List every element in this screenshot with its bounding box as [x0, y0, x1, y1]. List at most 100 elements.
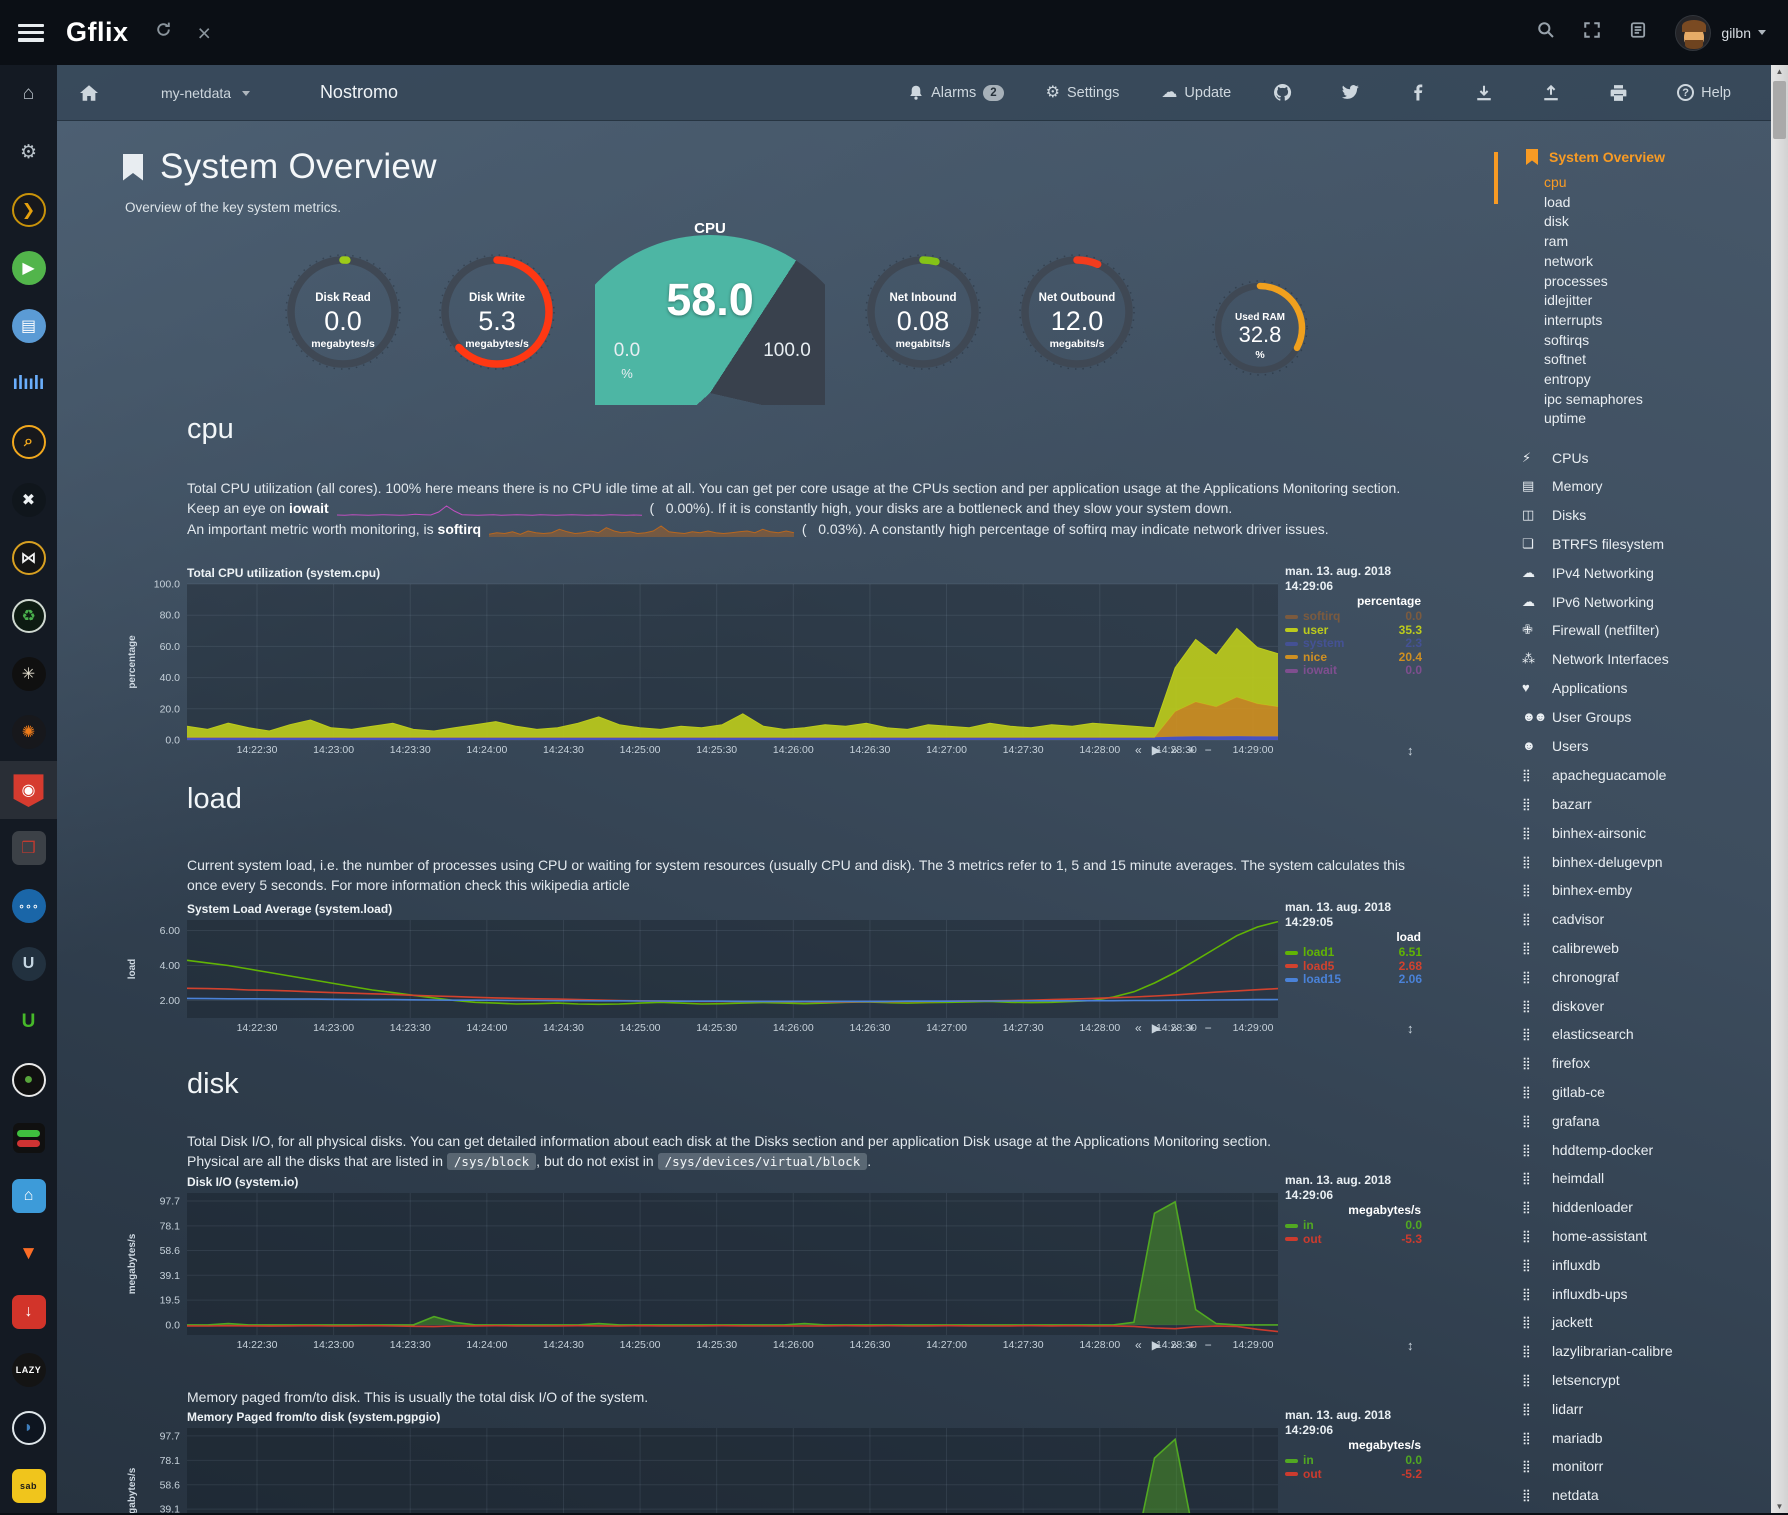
toc-item-cpu[interactable]: cpu — [1544, 173, 1770, 193]
sidebar-app-gitlab[interactable]: ▼ — [0, 1225, 57, 1283]
sidebar-app-cubes[interactable]: ❒ — [0, 819, 57, 877]
settings-button[interactable]: ⚙ Settings — [1046, 85, 1120, 101]
pan-forward-icon[interactable]: » — [1171, 1021, 1178, 1035]
sidebar-app-airsonic[interactable]: ılıılı — [0, 355, 57, 413]
sidebar-app-bowtie[interactable]: ⋈ — [0, 529, 57, 587]
legend-item-load5[interactable]: load52.68 — [1285, 960, 1422, 974]
toc-section-applications[interactable]: ♥Applications — [1522, 674, 1770, 703]
toc-section-disks[interactable]: ◫Disks — [1522, 501, 1770, 530]
gauge-net-inbound[interactable]: Net Inbound0.08megabits/s — [848, 253, 998, 371]
scrollbar-thumb[interactable] — [1773, 81, 1786, 139]
scrollbar-up-arrow-icon[interactable]: ▲ — [1771, 67, 1788, 76]
legend-item-out[interactable]: out-5.2 — [1285, 1468, 1422, 1482]
legend-item-iowait[interactable]: iowait0.0 — [1285, 664, 1422, 678]
toc-item-interrupts[interactable]: interrupts — [1544, 311, 1770, 331]
sidebar-app-home[interactable]: ⌂ — [0, 65, 57, 123]
news-icon[interactable] — [1629, 21, 1647, 45]
toc-app-influxdb[interactable]: ⣿influxdb — [1522, 1250, 1770, 1279]
toc-app-binhex-emby[interactable]: ⣿binhex-emby — [1522, 876, 1770, 905]
alarms-button[interactable]: Alarms 2 — [908, 84, 1004, 101]
fullscreen-icon[interactable] — [1583, 21, 1601, 45]
toc-item-network[interactable]: network — [1544, 252, 1770, 272]
user-avatar[interactable] — [1675, 15, 1711, 51]
toc-app-mariadb[interactable]: ⣿mariadb — [1522, 1423, 1770, 1452]
toc-item-idlejitter[interactable]: idlejitter — [1544, 291, 1770, 311]
print-button[interactable] — [1609, 84, 1635, 102]
hostname[interactable]: Nostromo — [320, 82, 398, 103]
toc-app-diskover[interactable]: ⣿diskover — [1522, 991, 1770, 1020]
toc-app-grafana[interactable]: ⣿grafana — [1522, 1106, 1770, 1135]
zoom-in-icon[interactable]: + — [1188, 1021, 1195, 1035]
server-dropdown[interactable]: my-netdata — [161, 85, 250, 101]
help-button[interactable]: ? Help — [1677, 84, 1731, 101]
toc-item-disk[interactable]: disk — [1544, 212, 1770, 232]
export-button[interactable] — [1542, 84, 1567, 102]
legend-item-load1[interactable]: load16.51 — [1285, 946, 1422, 960]
toc-app-netdata[interactable]: ⣿netdata — [1522, 1481, 1770, 1510]
sidebar-app-emby[interactable]: ▶ — [0, 239, 57, 297]
toc-app-cadvisor[interactable]: ⣿cadvisor — [1522, 905, 1770, 934]
toc-item-ipc-semaphores[interactable]: ipc semaphores — [1544, 390, 1770, 410]
legend-item-in[interactable]: in0.0 — [1285, 1454, 1422, 1468]
legend-item-user[interactable]: user35.3 — [1285, 624, 1422, 638]
toc-app-binhex-delugevpn[interactable]: ⣿binhex-delugevpn — [1522, 847, 1770, 876]
sidebar-app-nextcloud[interactable]: ∘∘∘ — [0, 877, 57, 935]
sidebar-app-jackett-search[interactable]: ⌕ — [0, 413, 57, 471]
legend-item-in[interactable]: in0.0 — [1285, 1219, 1422, 1233]
toc-app-influxdb-ups[interactable]: ⣿influxdb-ups — [1522, 1279, 1770, 1308]
pan-backward-icon[interactable]: « — [1135, 743, 1142, 757]
toc-section-users[interactable]: ☻Users — [1522, 731, 1770, 760]
zoom-out-icon[interactable]: − — [1205, 1338, 1212, 1352]
toc-app-apacheguacamole[interactable]: ⣿apacheguacamole — [1522, 761, 1770, 790]
pan-backward-icon[interactable]: « — [1135, 1021, 1142, 1035]
chart-plot-area[interactable]: 14:22:3014:23:0014:23:3014:24:0014:24:30… — [123, 1175, 1423, 1353]
import-button[interactable] — [1475, 84, 1500, 102]
sidebar-app-settings[interactable]: ⚙ — [0, 123, 57, 181]
toc-section-btrfs-filesystem[interactable]: ❏BTRFS filesystem — [1522, 530, 1770, 559]
chart-resize-handle[interactable]: ↕ — [1407, 743, 1414, 758]
toc-app-jackett[interactable]: ⣿jackett — [1522, 1308, 1770, 1337]
toc-app-binhex-airsonic[interactable]: ⣿binhex-airsonic — [1522, 819, 1770, 848]
toc-item-load[interactable]: load — [1544, 193, 1770, 213]
zoom-out-icon[interactable]: − — [1205, 743, 1212, 757]
sidebar-app-green-disc[interactable]: ● — [0, 1051, 57, 1109]
chart-plot-area[interactable]: 14:22:3014:23:0014:23:3014:24:0014:24:30… — [123, 1410, 1423, 1513]
sidebar-app-sab[interactable]: sab — [0, 1457, 57, 1515]
zoom-in-icon[interactable]: + — [1188, 743, 1195, 757]
sidebar-app-monitorr-pills[interactable] — [0, 1109, 57, 1167]
toc-item-ram[interactable]: ram — [1544, 232, 1770, 252]
pan-forward-icon[interactable]: » — [1171, 743, 1178, 757]
toc-app-letsencrypt[interactable]: ⣿letsencrypt — [1522, 1366, 1770, 1395]
toc-app-heimdall[interactable]: ⣿heimdall — [1522, 1164, 1770, 1193]
toc-section-ipv4-networking[interactable]: ☁IPv4 Networking — [1522, 558, 1770, 587]
toc-item-processes[interactable]: processes — [1544, 272, 1770, 292]
toc-app-bazarr[interactable]: ⣿bazarr — [1522, 790, 1770, 819]
chart-plot-area[interactable]: 14:22:3014:23:0014:23:3014:24:0014:24:30… — [123, 566, 1423, 758]
zoom-out-icon[interactable]: − — [1205, 1021, 1212, 1035]
hamburger-menu-icon[interactable] — [18, 24, 44, 42]
toc-item-uptime[interactable]: uptime — [1544, 409, 1770, 429]
username[interactable]: gilbn — [1721, 25, 1751, 41]
update-button[interactable]: ☁ Update — [1161, 85, 1231, 101]
toc-app-chronograf[interactable]: ⣿chronograf — [1522, 962, 1770, 991]
sidebar-app-deluge-drop[interactable]: ◗ — [0, 1399, 57, 1457]
toc-section-ipv6-networking[interactable]: ☁IPv6 Networking — [1522, 587, 1770, 616]
pan-forward-icon[interactable]: » — [1171, 1338, 1178, 1352]
github-link[interactable] — [1273, 83, 1299, 102]
toc-section-network-interfaces[interactable]: ⁂Network Interfaces — [1522, 645, 1770, 674]
sidebar-app-house-app[interactable]: ⌂ — [0, 1167, 57, 1225]
play-icon[interactable]: ▶ — [1152, 743, 1161, 757]
gauge-used-ram[interactable]: Used RAM32.8% — [1185, 280, 1335, 376]
toc-app-home-assistant[interactable]: ⣿home-assistant — [1522, 1222, 1770, 1251]
facebook-link[interactable] — [1409, 84, 1433, 101]
legend-item-out[interactable]: out-5.3 — [1285, 1233, 1422, 1247]
cpu-gauge[interactable]: CPU 58.0 0.0 % 100.0 — [595, 220, 825, 405]
sidebar-app-ombi[interactable]: ✖ — [0, 471, 57, 529]
play-icon[interactable]: ▶ — [1152, 1021, 1161, 1035]
legend-item-load15[interactable]: load152.06 — [1285, 973, 1422, 987]
chart-resize-handle[interactable]: ↕ — [1407, 1021, 1414, 1036]
sidebar-app-influx-splash[interactable]: U — [0, 935, 57, 993]
toc-section-memory[interactable]: ▤Memory — [1522, 472, 1770, 501]
toc-item-entropy[interactable]: entropy — [1544, 370, 1770, 390]
toc-item-softirqs[interactable]: softirqs — [1544, 331, 1770, 351]
